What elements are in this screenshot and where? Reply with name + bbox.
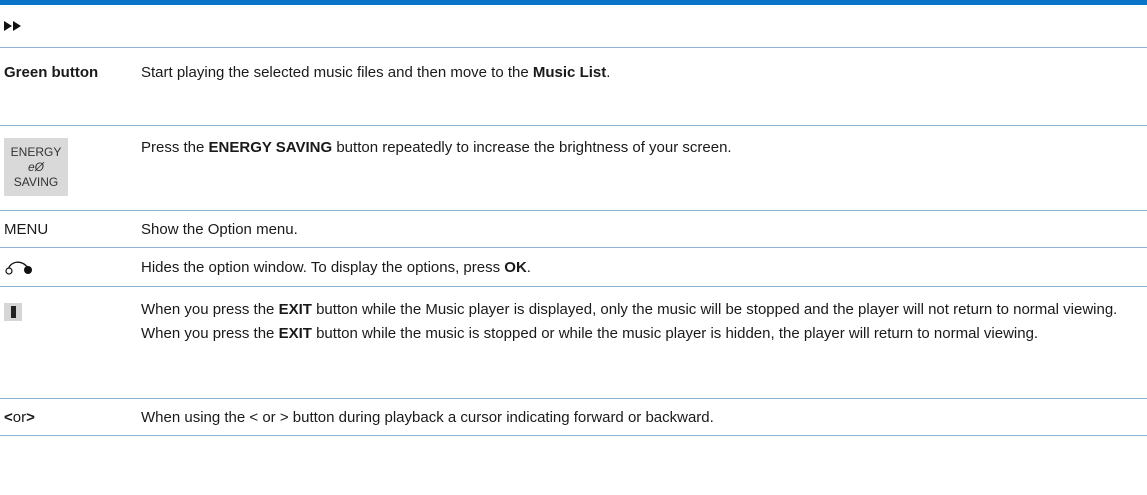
icon-label: ENERGY [10, 144, 62, 159]
energy-saving-button-icon: ENERGY eØ SAVING [4, 138, 68, 196]
table-row: When you press the EXIT button while the… [0, 287, 1147, 399]
description-cell: Show the Option menu. [141, 220, 298, 238]
leaf-symbol: eØ [27, 159, 44, 174]
remote-buttons-table: Green button Start playing the selected … [0, 5, 1147, 436]
key-label: MENU [4, 220, 49, 238]
key-label: < or > [4, 408, 35, 426]
back-return-icon [5, 261, 32, 275]
key-label: Green button [4, 64, 99, 81]
table-row: Hides the option window. To display the … [0, 248, 1147, 287]
description-cell: Press the ENERGY SAVING button repeatedl… [141, 139, 732, 156]
key-cell [0, 21, 141, 31]
description-cell: Start playing the selected music files a… [141, 64, 611, 81]
table-row: Green button Start playing the selected … [0, 48, 1147, 126]
fast-forward-icon [4, 21, 21, 31]
table-row: ENERGY eØ SAVING Press the ENERGY SAVING… [0, 126, 1147, 211]
icon-label: SAVING [13, 174, 59, 189]
description-cell: When you press the EXIT button while the… [141, 301, 1118, 342]
table-row [0, 5, 1147, 48]
description-cell: When using the < or > button during play… [141, 408, 714, 426]
key-cell [0, 287, 141, 398]
table-row: MENU Show the Option menu. [0, 211, 1147, 248]
exit-button-icon [4, 303, 22, 321]
key-cell: ENERGY eØ SAVING [0, 126, 141, 210]
key-cell [0, 259, 141, 275]
description-cell: Hides the option window. To display the … [141, 258, 531, 276]
table-row: < or > When using the < or > button duri… [0, 399, 1147, 436]
